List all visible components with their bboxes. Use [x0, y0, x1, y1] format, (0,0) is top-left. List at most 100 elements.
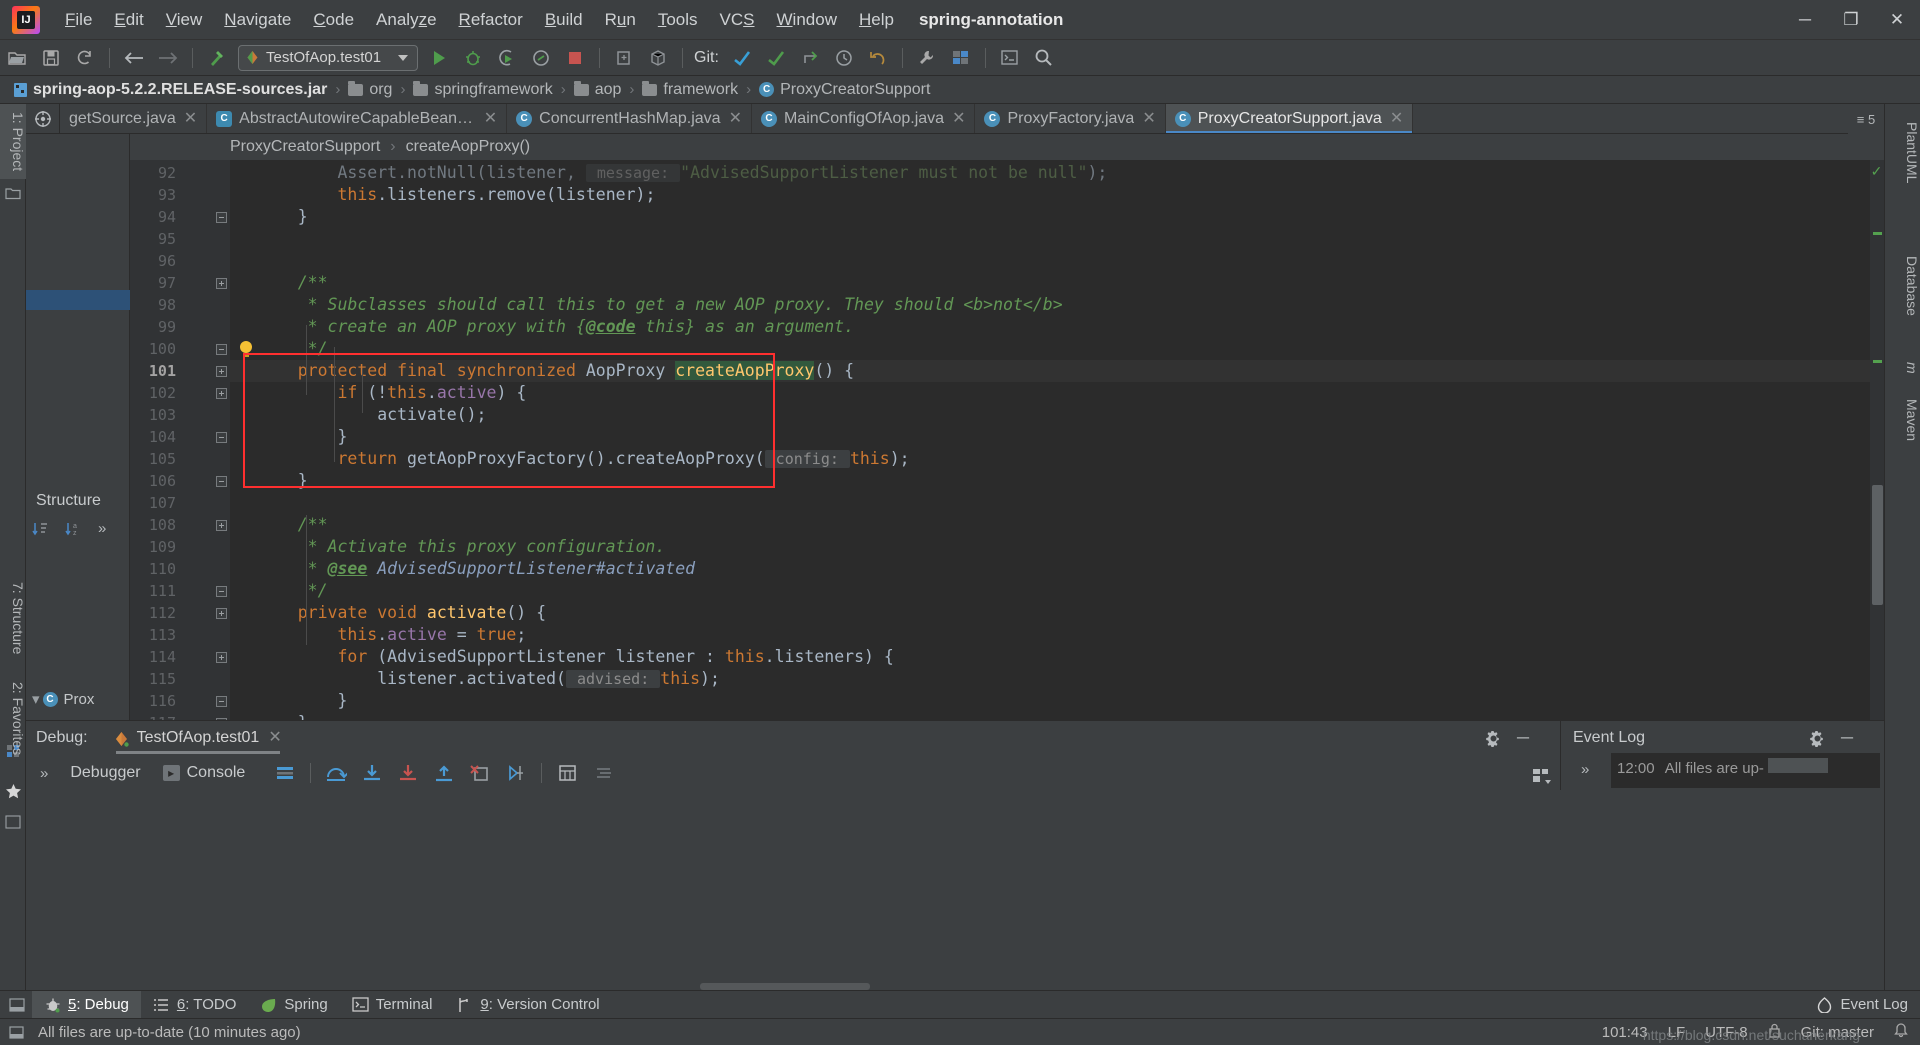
code-fold-toggle[interactable]: [216, 278, 227, 289]
sidebar-item-project[interactable]: 1: Project: [0, 104, 26, 180]
code-line[interactable]: }: [230, 206, 308, 228]
sidebar-item-plantuml[interactable]: PlantUML: [1884, 112, 1920, 193]
mute-breakpoints-icon[interactable]: [590, 760, 616, 786]
code-fold-toggle[interactable]: [216, 366, 227, 377]
structure-icon[interactable]: [947, 44, 975, 72]
code-line[interactable]: * Subclasses should call this to get a n…: [230, 294, 1063, 316]
package-icon[interactable]: [644, 44, 672, 72]
run-to-cursor-icon[interactable]: [503, 760, 529, 786]
menu-item-analyze[interactable]: Analyze: [365, 6, 448, 34]
editor-breadcrumb-item[interactable]: ProxyCreatorSupport: [230, 138, 380, 156]
gear-icon[interactable]: [1806, 727, 1828, 749]
close-icon[interactable]: ✕: [952, 110, 965, 127]
git-push-icon[interactable]: [796, 44, 824, 72]
structure-expand-icon[interactable]: »: [98, 520, 106, 537]
menu-item-window[interactable]: Window: [766, 6, 848, 34]
code-line[interactable]: if (!this.active) {: [230, 382, 526, 404]
save-all-icon[interactable]: [37, 44, 65, 72]
code-fold-toggle[interactable]: [216, 432, 227, 443]
code-line[interactable]: this.active = true;: [230, 624, 526, 646]
git-update-icon[interactable]: [728, 44, 756, 72]
code-line[interactable]: }: [230, 470, 308, 492]
menu-item-navigate[interactable]: Navigate: [213, 6, 302, 34]
code-line[interactable]: private void activate() {: [230, 602, 546, 624]
sidebar-item-m[interactable]: m: [1884, 352, 1920, 384]
menu-item-edit[interactable]: Edit: [103, 6, 154, 34]
code-line[interactable]: }: [230, 712, 308, 720]
menu-item-refactor[interactable]: Refactor: [448, 6, 534, 34]
project-tree-row[interactable]: ▾ C Prox: [26, 688, 130, 710]
run-icon[interactable]: [425, 44, 453, 72]
editor-gutter[interactable]: 92 93 94 95 96 97 98 99 100 101 102 103 104 105 106 107…: [130, 160, 252, 720]
menu-item-build[interactable]: Build: [534, 6, 594, 34]
breadcrumb-item-spring-aop-5-2-2-release-sources-jar[interactable]: spring-aop-5.2.2.RELEASE-sources.jar: [14, 81, 327, 99]
code-fold-toggle[interactable]: [216, 476, 227, 487]
minimize-panel-icon[interactable]: ─: [1512, 727, 1534, 749]
minimize-button[interactable]: ─: [1782, 0, 1828, 40]
sidebar-item-maven[interactable]: Maven: [1884, 389, 1920, 451]
debug-expand-icon[interactable]: »: [40, 765, 48, 782]
force-step-into-icon[interactable]: [395, 760, 421, 786]
code-fold-toggle[interactable]: [216, 652, 227, 663]
inspection-ok-icon[interactable]: ✓: [1870, 164, 1883, 178]
code-line[interactable]: this.listeners.remove(listener);: [230, 184, 655, 206]
tool-window-version-control[interactable]: 9: Version Control: [444, 991, 611, 1019]
breadcrumb-item-aop[interactable]: aop: [573, 80, 621, 99]
sidebar-item-favorites[interactable]: 2: Favorites: [0, 674, 26, 763]
code-editor[interactable]: 92 93 94 95 96 97 98 99 100 101 102 103 104 105 106 107…: [130, 160, 1884, 720]
drop-frame-icon[interactable]: [467, 760, 493, 786]
search-everywhere-icon[interactable]: [1030, 44, 1058, 72]
open-project-icon[interactable]: [3, 44, 31, 72]
code-line[interactable]: }: [230, 426, 347, 448]
minimize-panel-icon[interactable]: ─: [1836, 727, 1858, 749]
code-fold-toggle[interactable]: [216, 586, 227, 597]
editor-tab-getsource[interactable]: CgetSource.java✕: [60, 104, 208, 133]
build-hammer-icon[interactable]: [203, 44, 231, 72]
menu-item-vcs[interactable]: VCS: [709, 6, 766, 34]
breadcrumb-item-framework[interactable]: framework: [642, 80, 738, 99]
breadcrumb-item-org[interactable]: org: [348, 80, 392, 99]
code-fold-toggle[interactable]: [216, 696, 227, 707]
step-over-icon[interactable]: [323, 760, 349, 786]
tab-console[interactable]: ▸ Console: [162, 764, 245, 782]
code-line[interactable]: }: [230, 690, 347, 712]
close-icon[interactable]: ✕: [484, 110, 497, 127]
code-fold-toggle[interactable]: [216, 608, 227, 619]
close-button[interactable]: ✕: [1874, 0, 1920, 40]
editor-tab-concurrenthashmap[interactable]: C ConcurrentHashMap.java ✕: [507, 104, 752, 133]
sidebar-item-structure[interactable]: 7: Structure: [0, 574, 26, 662]
close-icon[interactable]: ✕: [1390, 110, 1403, 127]
code-text-area[interactable]: Assert.notNull(listener, message: "Advis…: [230, 160, 1884, 720]
editor-marker-gutter[interactable]: ✓: [1870, 160, 1884, 720]
code-line[interactable]: * create an AOP proxy with {@code this} …: [230, 316, 854, 338]
code-fold-toggle[interactable]: [216, 388, 227, 399]
code-line[interactable]: /**: [230, 272, 328, 294]
menu-item-view[interactable]: View: [155, 6, 214, 34]
code-fold-toggle[interactable]: [216, 520, 227, 531]
layout-icon[interactable]: [272, 760, 298, 786]
code-line[interactable]: return getAopProxyFactory().createAopPro…: [230, 448, 910, 470]
editor-tab-options-icon[interactable]: [26, 104, 60, 133]
navigate-forward-icon[interactable]: [154, 44, 182, 72]
tool-window-debug[interactable]: 5: Debug: [32, 990, 141, 1019]
code-line[interactable]: * @see AdvisedSupportListener#activated: [230, 558, 695, 580]
menu-item-code[interactable]: Code: [302, 6, 365, 34]
debug-session-tab[interactable]: TestOfAop.test01 ✕: [106, 721, 290, 755]
stop-icon[interactable]: [561, 44, 589, 72]
notifications-icon[interactable]: [1894, 1022, 1908, 1042]
maximize-button[interactable]: ❐: [1828, 0, 1874, 40]
code-line[interactable]: * Activate this proxy configuration.: [230, 536, 666, 558]
code-line[interactable]: protected final synchronized AopProxy cr…: [230, 360, 854, 382]
terminal-strip-icon[interactable]: [4, 813, 22, 831]
menu-item-tools[interactable]: Tools: [647, 6, 709, 34]
terminal-icon[interactable]: [996, 44, 1024, 72]
close-icon[interactable]: ✕: [268, 730, 281, 746]
breadcrumb-item-springframework[interactable]: springframework: [413, 80, 553, 99]
breadcrumb-item-proxycreatorsupport[interactable]: C ProxyCreatorSupport: [759, 81, 930, 99]
code-line[interactable]: /**: [230, 514, 328, 536]
profiler-icon[interactable]: [527, 44, 555, 72]
tool-window-event-log[interactable]: Event Log: [1804, 991, 1920, 1019]
tool-window-spring[interactable]: Spring: [248, 991, 339, 1019]
caret-position[interactable]: 101:43: [1602, 1024, 1648, 1041]
tool-window-todo[interactable]: 6: TODO: [141, 991, 248, 1019]
